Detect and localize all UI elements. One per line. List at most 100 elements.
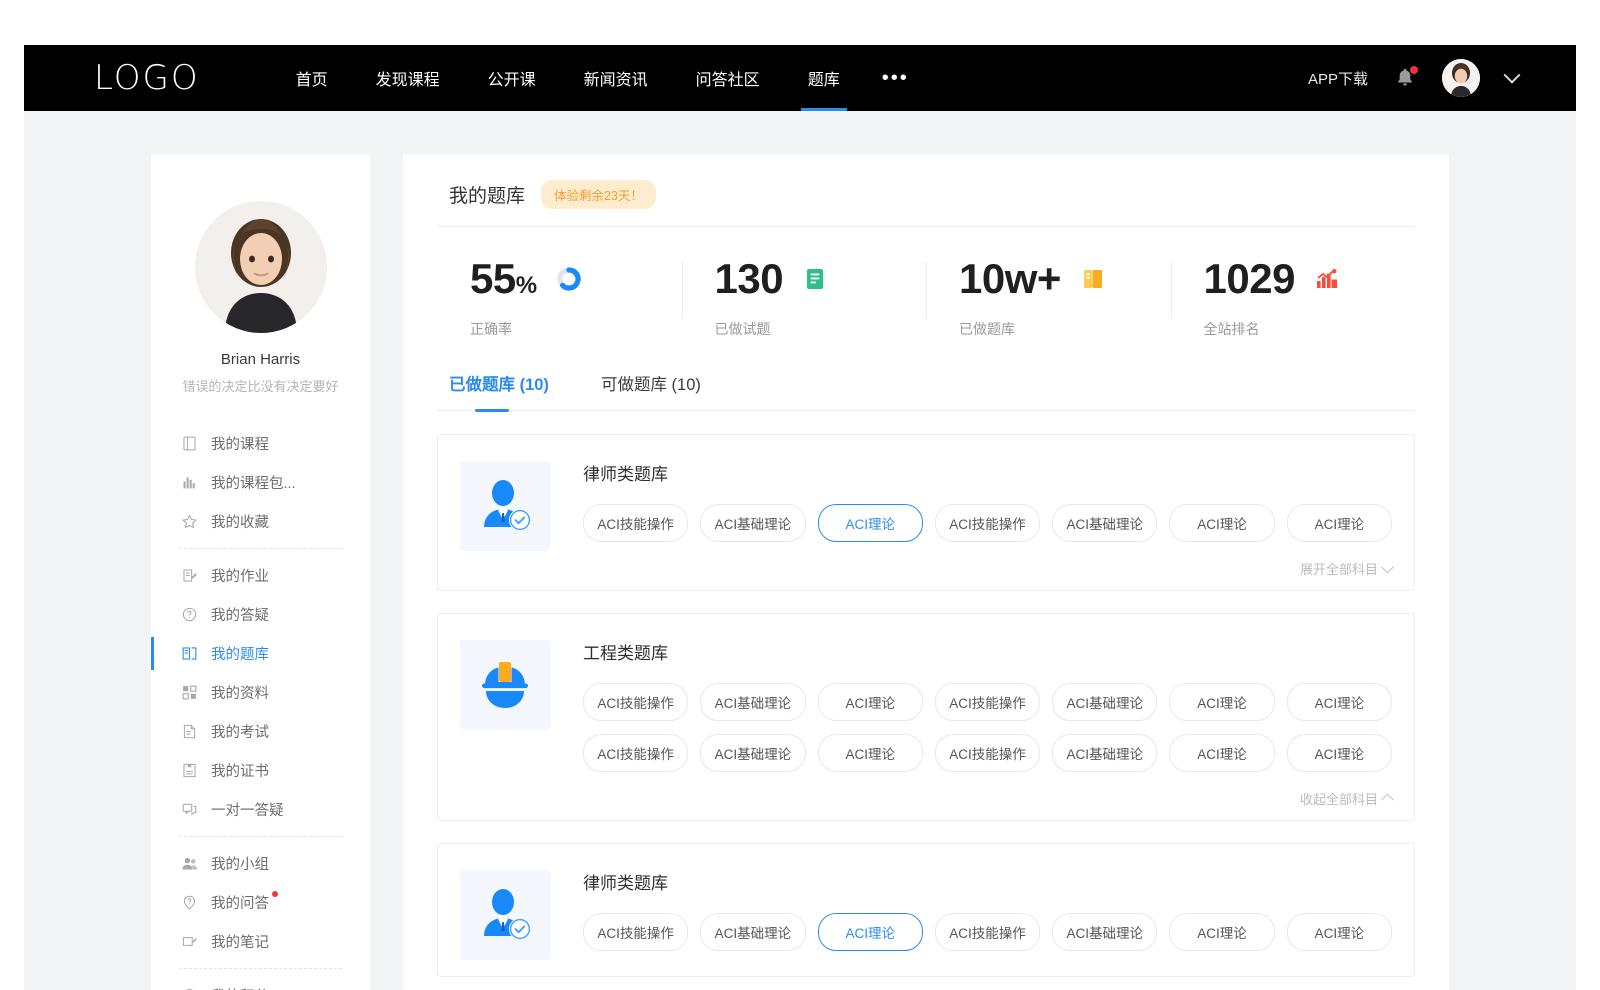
subject-chip[interactable]: ACI理论 xyxy=(1169,504,1274,542)
sidebar-divider xyxy=(179,836,342,837)
subject-chip[interactable]: ACI理论 xyxy=(1287,734,1392,772)
card-title: 工程类题库 xyxy=(583,639,1392,664)
site-logo[interactable]: LOGO xyxy=(94,58,200,98)
sidebar-item-5[interactable]: 我的答疑 xyxy=(151,595,370,634)
subject-chip[interactable]: ACI理论 xyxy=(1287,683,1392,721)
nav-item-5[interactable]: 问答社区 xyxy=(672,45,784,111)
subject-chip[interactable]: ACI理论 xyxy=(818,913,923,951)
subject-chip[interactable]: ACI基础理论 xyxy=(700,734,805,772)
nav-item-6[interactable]: 题库 xyxy=(784,45,864,111)
sidebar-item-7[interactable]: 我的资料 xyxy=(151,673,370,712)
subject-chip[interactable]: ACI理论 xyxy=(1287,913,1392,951)
card-title: 律师类题库 xyxy=(583,460,1392,485)
card-body: 律师类题库ACI技能操作ACI基础理论ACI理论ACI技能操作ACI基础理论AC… xyxy=(550,457,1392,578)
chevron-down-icon xyxy=(1381,561,1394,574)
stat-card-1: 55% 正确率 xyxy=(437,258,682,339)
profile-photo[interactable] xyxy=(195,201,327,333)
sidebar-item-10[interactable]: 一对一答疑 xyxy=(151,790,370,829)
question-bank-card[interactable]: 工程类题库 ACI技能操作 ACI基础理论 ACI理论 ACI技能操作 ACI基础理论 AC… xyxy=(437,613,1415,821)
sidebar-item-label: 我的答疑 xyxy=(211,604,269,625)
stat-card-3: 10w+已做题库 xyxy=(926,258,1171,339)
sidebar: Brian Harris 错误的决定比没有决定要好 我的课程我的课程包...我的… xyxy=(151,154,370,990)
expand-collapse-subjects[interactable]: 展开全部科目 xyxy=(583,555,1392,578)
stat-label: 全站排名 xyxy=(1204,319,1416,339)
expand-collapse-subjects[interactable]: 收起全部科目 xyxy=(583,785,1392,808)
subject-chip[interactable]: ACI理论 xyxy=(1169,734,1274,772)
subject-chip[interactable]: ACI基础理论 xyxy=(1052,504,1157,542)
subject-chip[interactable]: ACI技能操作 xyxy=(583,734,688,772)
notification-bell-icon[interactable] xyxy=(1394,66,1416,90)
subject-chip[interactable]: ACI基础理论 xyxy=(700,913,805,951)
subject-chip[interactable]: ACI技能操作 xyxy=(583,913,688,951)
subject-chip[interactable]: ACI理论 xyxy=(818,683,923,721)
subject-chip[interactable]: ACI基础理论 xyxy=(1052,734,1157,772)
sidebar-item-14[interactable]: 我的笔记 xyxy=(151,922,370,961)
sidebar-item-label: 我的作业 xyxy=(211,565,269,586)
sidebar-item-16[interactable]: 我的积分 xyxy=(151,976,370,990)
sidebar-item-13[interactable]: 我的问答 xyxy=(151,883,370,922)
header-right-group: APP下载 xyxy=(1308,59,1518,97)
sidebar-item-6[interactable]: 我的题库 xyxy=(151,634,370,673)
subject-chip[interactable]: ACI技能操作 xyxy=(935,913,1040,951)
question-circle-icon xyxy=(181,606,198,623)
subject-chip[interactable]: ACI理论 xyxy=(818,734,923,772)
nav-item-3[interactable]: 公开课 xyxy=(464,45,560,111)
note-icon xyxy=(181,933,198,950)
subject-chip[interactable]: ACI技能操作 xyxy=(583,683,688,721)
chip-row: ACI技能操作 ACI基础理论 ACI理论 ACI技能操作 ACI基础理论 ACI理论 AC… xyxy=(583,504,1392,542)
chat-icon xyxy=(181,801,198,818)
expand-collapse-label: 展开全部科目 xyxy=(1300,559,1378,578)
nav-more-icon[interactable]: ••• xyxy=(864,45,927,111)
book-icon xyxy=(181,435,198,452)
question-bank-card[interactable]: 律师类题库ACI技能操作ACI基础理论ACI理论ACI技能操作ACI基础理论AC… xyxy=(437,434,1415,591)
subject-chip[interactable]: ACI技能操作 xyxy=(935,683,1040,721)
group-icon xyxy=(181,855,198,872)
sidebar-item-0[interactable]: 我的课程 xyxy=(151,424,370,463)
stat-value: 1029 xyxy=(1204,258,1295,300)
subject-chip[interactable]: ACI理论 xyxy=(1287,504,1392,542)
sidebar-item-12[interactable]: 我的小组 xyxy=(151,844,370,883)
subject-chip[interactable]: ACI基础理论 xyxy=(1052,913,1157,951)
red-rank-chart-icon xyxy=(1314,266,1340,292)
main-panel: 我的题库 体验剩余23天！ 55%正确率130已做试题10w+已做题库1029全… xyxy=(403,154,1449,990)
subject-chip[interactable]: ACI理论 xyxy=(1169,913,1274,951)
subject-chip[interactable]: ACI技能操作 xyxy=(935,504,1040,542)
sidebar-item-label: 我的课程包... xyxy=(211,472,296,493)
sidebar-divider xyxy=(179,548,342,549)
sidebar-item-8[interactable]: 我的考试 xyxy=(151,712,370,751)
subject-chip[interactable]: ACI理论 xyxy=(1169,683,1274,721)
sidebar-item-label: 我的问答 xyxy=(211,892,269,913)
nav-item-1[interactable]: 首页 xyxy=(272,45,352,111)
page-body: Brian Harris 错误的决定比没有决定要好 我的课程我的课程包...我的… xyxy=(24,111,1576,990)
avatar[interactable] xyxy=(1442,59,1480,97)
stat-value: 10w+ xyxy=(959,258,1061,300)
card-body: 工程类题库 ACI技能操作 ACI基础理论 ACI理论 ACI技能操作 ACI基础理论 AC… xyxy=(550,636,1392,808)
subject-chip[interactable]: ACI基础理论 xyxy=(700,504,805,542)
profile-name: Brian Harris xyxy=(165,351,356,368)
sidebar-item-1[interactable]: 我的课程包... xyxy=(151,463,370,502)
subject-chip[interactable]: ACI基础理论 xyxy=(700,683,805,721)
account-chevron-down-icon[interactable] xyxy=(1504,67,1521,84)
nav-item-4[interactable]: 新闻资讯 xyxy=(560,45,672,111)
subject-chip[interactable]: ACI技能操作 xyxy=(583,504,688,542)
page-root: LOGO 首页发现课程公开课新闻资讯问答社区题库 ••• APP下载 xyxy=(24,45,1576,990)
app-download-link[interactable]: APP下载 xyxy=(1308,68,1368,89)
stat-label: 正确率 xyxy=(470,319,682,339)
sidebar-item-4[interactable]: 我的作业 xyxy=(151,556,370,595)
tab-2[interactable]: 可做题库 (10) xyxy=(601,371,701,410)
main-nav: 首页发现课程公开课新闻资讯问答社区题库 xyxy=(272,45,864,111)
question-bank-card[interactable]: 律师类题库ACI技能操作ACI基础理论ACI理论ACI技能操作ACI基础理论AC… xyxy=(437,843,1415,977)
sidebar-item-9[interactable]: 我的证书 xyxy=(151,751,370,790)
sidebar-item-2[interactable]: 我的收藏 xyxy=(151,502,370,541)
orange-book-icon xyxy=(1080,266,1106,292)
files-icon xyxy=(181,684,198,701)
subject-chip[interactable]: ACI基础理论 xyxy=(1052,683,1157,721)
notification-badge-dot xyxy=(1410,66,1418,74)
tab-1[interactable]: 已做题库 (10) xyxy=(449,371,549,410)
subject-chip[interactable]: ACI技能操作 xyxy=(935,734,1040,772)
sidebar-item-label: 我的证书 xyxy=(211,760,269,781)
nav-item-2[interactable]: 发现课程 xyxy=(352,45,464,111)
subject-chip[interactable]: ACI理论 xyxy=(818,504,923,542)
stat-value-row: 55% xyxy=(470,258,682,300)
sidebar-item-label: 一对一答疑 xyxy=(211,799,284,820)
